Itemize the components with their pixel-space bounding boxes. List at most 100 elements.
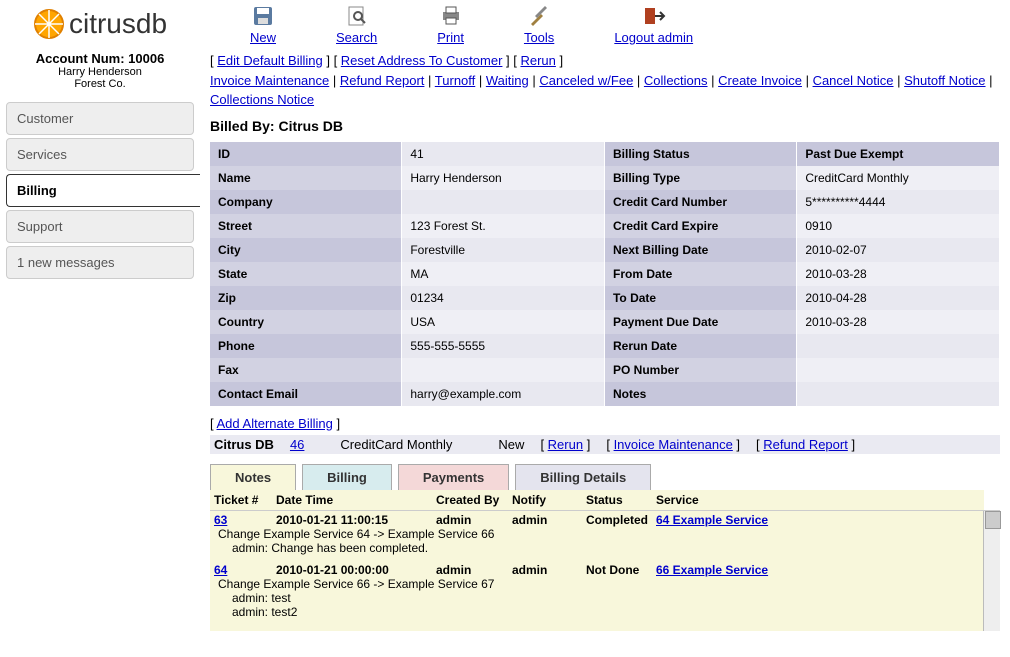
toolbar-search[interactable]: Search (336, 4, 377, 45)
ticket-status: Not Done (586, 563, 656, 577)
nav-customer[interactable]: Customer (6, 102, 194, 135)
tab-billing[interactable]: Billing (302, 464, 392, 490)
reset-address-link[interactable]: Reset Address To Customer (341, 53, 503, 68)
id-label: ID (210, 142, 402, 166)
to-date-label: To Date (604, 286, 796, 310)
alt-org: Citrus DB (214, 437, 274, 452)
search-icon (345, 4, 369, 28)
turnoff-link[interactable]: Turnoff (435, 73, 475, 88)
fax-value (402, 358, 605, 382)
ticket-subnote: admin: Change has been completed. (218, 541, 979, 555)
nav-messages[interactable]: 1 new messages (6, 246, 194, 279)
ticket-status: Completed (586, 513, 656, 527)
nav-services[interactable]: Services (6, 138, 194, 171)
state-value: MA (402, 262, 605, 286)
notes-label: Notes (604, 382, 796, 406)
to-date-value: 2010-04-28 (797, 286, 1000, 310)
ticket-notify: admin (512, 563, 586, 577)
ticket-subnote: admin: test (218, 591, 979, 605)
billing-status-label: Billing Status (604, 142, 796, 166)
nav-support[interactable]: Support (6, 210, 194, 243)
edit-default-billing-link[interactable]: Edit Default Billing (217, 53, 323, 68)
name-label: Name (210, 166, 402, 190)
logout-icon (642, 4, 666, 28)
rerun-date-label: Rerun Date (604, 334, 796, 358)
cc-exp-value: 0910 (797, 214, 1000, 238)
ticket-created-by: admin (436, 563, 512, 577)
tools-icon (527, 4, 551, 28)
toolbar-tools-link[interactable]: Tools (524, 30, 554, 45)
nav-billing[interactable]: Billing (6, 174, 200, 207)
email-label: Contact Email (210, 382, 402, 406)
toolbar-new-link[interactable]: New (250, 30, 276, 45)
refund-report-link[interactable]: Refund Report (340, 73, 425, 88)
alt-rerun-link[interactable]: Rerun (548, 437, 583, 452)
toolbar-search-link[interactable]: Search (336, 30, 377, 45)
collections-notice-link[interactable]: Collections Notice (210, 92, 314, 107)
add-alternate-billing-link[interactable]: Add Alternate Billing (217, 416, 333, 431)
ticket-body-text: Change Example Service 64 -> Example Ser… (218, 527, 979, 541)
create-invoice-link[interactable]: Create Invoice (718, 73, 802, 88)
rerun-link[interactable]: Rerun (520, 53, 555, 68)
invoice-maintenance-link[interactable]: Invoice Maintenance (210, 73, 329, 88)
th-notify: Notify (512, 493, 586, 507)
id-value: 41 (402, 142, 605, 166)
street-value: 123 Forest St. (402, 214, 605, 238)
cancel-notice-link[interactable]: Cancel Notice (813, 73, 894, 88)
phone-value: 555-555-5555 (402, 334, 605, 358)
cc-exp-label: Credit Card Expire (604, 214, 796, 238)
country-label: Country (210, 310, 402, 334)
email-value: harry@example.com (402, 382, 605, 406)
alt-refund-report-link[interactable]: Refund Report (763, 437, 848, 452)
toolbar-new[interactable]: New (250, 4, 276, 45)
company-label: Company (210, 190, 402, 214)
toolbar-tools[interactable]: Tools (524, 4, 554, 45)
toolbar-print-link[interactable]: Print (437, 30, 464, 45)
name-value: Harry Henderson (402, 166, 605, 190)
from-date-value: 2010-03-28 (797, 262, 1000, 286)
past-due-label: Past Due Exempt (797, 142, 1000, 166)
toolbar-print[interactable]: Print (437, 4, 464, 45)
tab-payments[interactable]: Payments (398, 464, 509, 490)
ticket-row: 63 2010-01-21 11:00:15 admin admin Compl… (210, 511, 983, 527)
ticket-header-row: Ticket # Date Time Created By Notify Sta… (210, 490, 984, 510)
ticket-datetime: 2010-01-21 11:00:15 (276, 513, 436, 527)
collections-link[interactable]: Collections (644, 73, 708, 88)
logo: citrusdb (0, 8, 200, 43)
ticket-service-link[interactable]: 64 Example Service (656, 513, 768, 527)
street-label: Street (210, 214, 402, 238)
action-links: [ Edit Default Billing ] [ Reset Address… (210, 51, 1000, 110)
alt-id-link[interactable]: 46 (290, 437, 304, 452)
logo-text: citrusdb (69, 8, 167, 40)
zip-value: 01234 (402, 286, 605, 310)
company-value (402, 190, 605, 214)
account-company: Forest Co. (0, 78, 200, 90)
country-value: USA (402, 310, 605, 334)
ticket-service-link[interactable]: 66 Example Service (656, 563, 768, 577)
waiting-link[interactable]: Waiting (486, 73, 529, 88)
fax-label: Fax (210, 358, 402, 382)
account-name: Harry Henderson (0, 66, 200, 78)
alt-invoice-maint-link[interactable]: Invoice Maintenance (614, 437, 733, 452)
billing-type-value: CreditCard Monthly (797, 166, 1000, 190)
th-created-by: Created By (436, 493, 512, 507)
account-number: Account Num: 10006 (0, 51, 200, 66)
scrollbar-thumb[interactable] (985, 511, 1001, 529)
ticket-id-link[interactable]: 64 (214, 563, 227, 577)
tab-notes[interactable]: Notes (210, 464, 296, 490)
alternate-billing-row: Citrus DB 46 CreditCard Monthly New [ Re… (210, 435, 1000, 454)
toolbar-logout-link[interactable]: Logout admin (614, 30, 693, 45)
ticket-id-link[interactable]: 63 (214, 513, 227, 527)
tab-billing-details[interactable]: Billing Details (515, 464, 651, 490)
shutoff-notice-link[interactable]: Shutoff Notice (904, 73, 985, 88)
print-icon (439, 4, 463, 28)
toolbar-logout[interactable]: Logout admin (614, 4, 693, 45)
zip-label: Zip (210, 286, 402, 310)
city-label: City (210, 238, 402, 262)
canceled-wfee-link[interactable]: Canceled w/Fee (539, 73, 633, 88)
alt-type: CreditCard Monthly (340, 437, 452, 452)
po-label: PO Number (604, 358, 796, 382)
city-value: Forestville (402, 238, 605, 262)
from-date-label: From Date (604, 262, 796, 286)
scrollbar[interactable] (983, 511, 1000, 631)
